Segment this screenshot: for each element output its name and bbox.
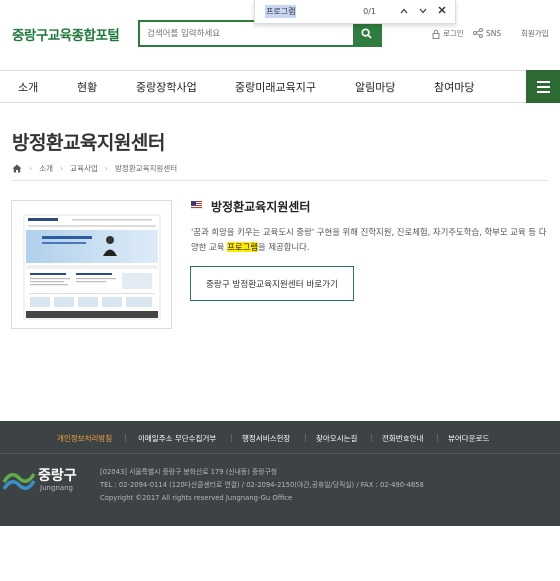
- center-description: '꿈과 희망을 키우는 교육도시 중랑' 구현을 위해 진학지원, 진로체험, …: [191, 225, 551, 255]
- find-previous-button[interactable]: [394, 6, 413, 17]
- all-menu-button[interactable]: [526, 70, 560, 103]
- share-icon: [473, 28, 483, 38]
- find-match-count: 0/1: [363, 7, 376, 16]
- chevron-right-icon: ›: [60, 164, 64, 173]
- hamburger-icon-bar: [536, 80, 550, 83]
- jungnang-logo-icon: [2, 473, 36, 490]
- lock-icon: [432, 29, 440, 39]
- login-link[interactable]: 로그인: [432, 28, 464, 39]
- search-icon: [361, 28, 372, 39]
- footer-link-viewer-download[interactable]: 뷰어다운로드: [448, 433, 489, 444]
- find-next-button[interactable]: [413, 6, 432, 17]
- website-preview-image: [23, 214, 161, 320]
- footer-link-email-policy[interactable]: 이메일주소 무단수집거부: [138, 433, 216, 444]
- breadcrumb-item[interactable]: 교육사업: [70, 163, 98, 174]
- nav-item-participation[interactable]: 참여마당: [434, 79, 474, 95]
- find-close-button[interactable]: [432, 6, 451, 17]
- page-title: 방정환교육지원센터: [12, 132, 165, 154]
- close-icon: [438, 6, 445, 14]
- footer-tel: TEL : 02-2094-0114 (120다산콜센터로 연결) / 02-2…: [100, 481, 424, 489]
- divider: [12, 180, 548, 181]
- footer-link-privacy[interactable]: 개인정보처리방침: [57, 433, 112, 444]
- nav-item-notice[interactable]: 알림마당: [355, 79, 395, 95]
- description-text: 을 제공합니다.: [257, 242, 310, 252]
- footer-divider: [0, 453, 560, 454]
- footer-logo-name: 중랑구: [38, 468, 77, 484]
- footer-address: [02043] 서울특별시 중랑구 봉화산로 179 (신내동) 중랑구청: [100, 468, 277, 476]
- nav-item-intro[interactable]: 소개: [18, 79, 38, 95]
- breadcrumb-item[interactable]: 방정환교육지원센터: [115, 163, 177, 174]
- nav-item-status[interactable]: 현황: [77, 79, 97, 95]
- footer-link-phonebook[interactable]: 전화번호안내: [382, 433, 423, 444]
- footer-info: [02043] 서울특별시 중랑구 봉화산로 179 (신내동) 중랑구청 TE…: [100, 466, 424, 505]
- nav-item-scholarship[interactable]: 중랑장학사업: [136, 79, 197, 95]
- chevron-right-icon: ›: [29, 164, 33, 173]
- find-query[interactable]: 프로그램: [265, 5, 297, 18]
- main-nav: 소개 현황 중랑장학사업 중랑미래교육지구 알림마당 참여마당: [0, 70, 560, 103]
- footer-link-separator: |: [304, 433, 307, 442]
- hamburger-icon-bar: [536, 85, 550, 88]
- search-input[interactable]: [140, 22, 353, 45]
- chevron-right-icon: ›: [104, 164, 109, 173]
- sns-link[interactable]: SNS: [473, 28, 501, 38]
- footer-logo-english: Jungnang: [40, 484, 73, 492]
- join-link[interactable]: 회원가입: [521, 28, 549, 39]
- find-in-page-bar: 프로그램 0/1: [254, 0, 456, 24]
- search-box: [138, 20, 382, 47]
- nav-item-future-education[interactable]: 중랑미래교육지구: [235, 79, 316, 95]
- hamburger-icon-bar: [536, 90, 550, 93]
- visit-center-button[interactable]: 중랑구 방정환교육지원센터 바로가기: [190, 266, 354, 301]
- site-logo[interactable]: 중랑구교육종합포털: [12, 24, 120, 44]
- sns-label: SNS: [486, 28, 502, 38]
- home-icon[interactable]: [12, 164, 22, 173]
- footer-link-separator: |: [370, 433, 373, 442]
- search-button[interactable]: [353, 22, 380, 45]
- footer-link-separator: |: [230, 433, 233, 442]
- footer-link-directions[interactable]: 찾아오시는길: [316, 433, 357, 444]
- breadcrumb: › 소개 › 교육사업 › 방정환교육지원센터: [12, 163, 177, 174]
- footer-copyright: Copyright ©2017 All rights reserved Jung…: [100, 494, 293, 502]
- site-screenshot-thumbnail: [11, 200, 172, 329]
- login-label: 로그인: [443, 29, 464, 38]
- chevron-down-icon: [419, 8, 426, 14]
- chevron-up-icon: [400, 8, 407, 14]
- breadcrumb-item[interactable]: 소개: [39, 163, 53, 174]
- footer-link-separator: |: [124, 433, 127, 442]
- flag-icon: [191, 201, 202, 209]
- center-title: 방정환교육지원센터: [211, 200, 311, 214]
- footer: 개인정보처리방침 | 이메일주소 무단수집거부 | 행정서비스헌장 | 찾아오시…: [0, 421, 560, 526]
- footer-link-separator: |: [436, 433, 439, 442]
- footer-link-charter[interactable]: 행정서비스헌장: [242, 433, 290, 444]
- search-highlight: 프로그램: [227, 242, 258, 252]
